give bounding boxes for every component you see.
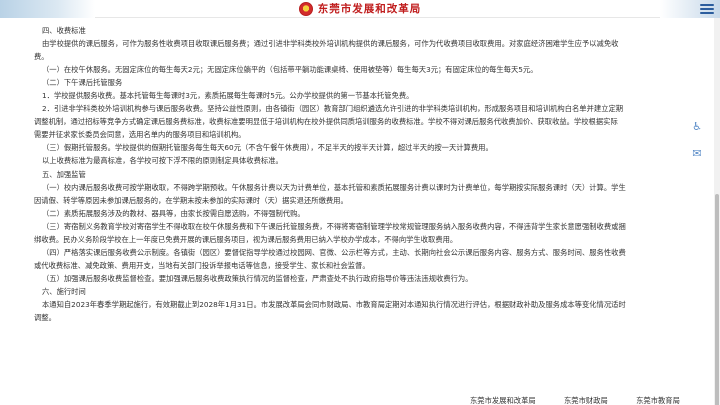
section-heading: 四、收费标准: [42, 26, 86, 35]
paragraph-line: （五）加强课后服务收费监督检查。要加强课后服务收费政策执行情况的监督检查，严肃查…: [42, 273, 473, 283]
site-title: 东莞市发展和改革局: [317, 3, 422, 15]
paragraph-line: 绑收费。民办义务阶段学校在上一年度已免费开展的课后服务项目，视为课后服务费用已纳…: [34, 234, 458, 244]
paragraph-line: 或代收费标准、减免政策、费用开支，当地有关部门投诉举报电话等信息，接受学生、家长…: [34, 260, 370, 270]
paragraph-line: （一）在校午休服务。无固定床位的每生每天2元；无固定床位躺平的（包括带平躺功能课…: [42, 65, 538, 75]
paragraph-line: （一）校内课后服务收费可按学期收取，不得跨学期预收。午休服务计费以天为计费单位，…: [42, 182, 626, 192]
paragraph-line: 2．引进非学科类校外培训机构参与课后服务收费。坚持公益性原则，由各镇街（园区）教…: [42, 104, 624, 114]
national-emblem-icon: [298, 1, 313, 16]
site-header: 东莞市发展和改革局: [0, 0, 720, 18]
scrollbar-thumb[interactable]: [715, 194, 719, 405]
floating-toolbar: ♿ ✉: [690, 120, 704, 160]
header-banner-left: [0, 0, 95, 18]
chat-icon[interactable]: ✉: [691, 147, 704, 160]
footer-signatures: 东莞市发展和改革局 东莞市财政局 东莞市教育局: [470, 396, 706, 405]
footer-item: 东莞市发展和改革局: [470, 396, 536, 405]
paragraph-line: 需要并征求家长委员会同意，选用名单内的服务项目和培训机构。: [34, 130, 246, 140]
section-heading: 五、加强监管: [42, 169, 86, 179]
footer-item: 东莞市财政局: [564, 396, 608, 405]
paragraph-line: （二）下午课后托管服务: [42, 78, 123, 88]
menu-icon[interactable]: [700, 3, 714, 15]
paragraph-line: （四）严格落实课后服务收费公示制度。各镇街（园区）要督促指导学校通过校园网、官微…: [42, 247, 626, 257]
paragraph-line: 1．学校提供服务收费。基本托管每生每课时3元，素质拓展每生每课时5元。公办学校提…: [42, 91, 414, 101]
footer-item: 东莞市教育局: [636, 396, 680, 405]
paragraph-line: 费。: [34, 52, 49, 62]
scrollbar[interactable]: [714, 18, 720, 405]
paragraph-line: （三）假期托管服务。学校提供的假期托管服务每生每天60元（不含午餐午休费用），不…: [42, 143, 493, 153]
paragraph-line: 由学校提供的课后服务，可作为服务性收费项目收取课后服务费；通过引进非学科类校外培…: [42, 39, 619, 49]
wheelchair-icon[interactable]: ♿: [691, 120, 704, 133]
article-body: 四、收费标准 由学校提供的课后服务，可作为服务性收费项目收取课后服务费；通过引进…: [34, 24, 698, 324]
paragraph-line: 调整。: [34, 313, 56, 323]
paragraph-line: 因请假、转学等原因未参加课后服务的，在学期末按未参加的实际课时（天）据实退还所缴…: [34, 195, 348, 205]
paragraph-line: 以上收费标准为最高标准，各学校可按下浮不限的原则制定具体收费标准。: [42, 156, 283, 166]
section-heading: 六、施行时间: [42, 286, 86, 296]
paragraph-line: 本通知自2023年春季学期起施行，有效期截止到2028年1月31日。市发展改革局…: [42, 299, 626, 309]
paragraph-line: （二）素质拓展服务涉及的教材、器具等，由家长按需自愿选购，不得强制代购。: [42, 208, 305, 218]
paragraph-line: （三）寄宿制义务教育学校对寄宿学生不得收取在校午休服务费和下午课后托管服务费，不…: [42, 221, 626, 231]
paragraph-line: 调整机制，通过招标等竞争方式确定课后服务费标准，收费标准要明显低于培训机构在校外…: [34, 117, 618, 127]
